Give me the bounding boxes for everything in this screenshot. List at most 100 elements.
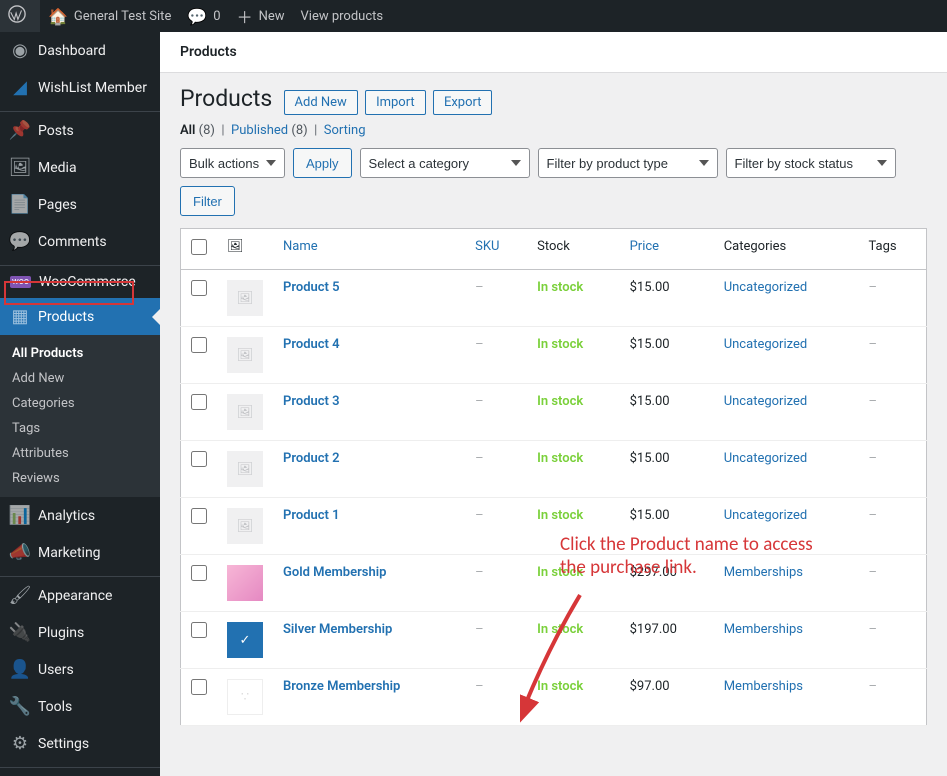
tags-cell: –	[858, 498, 926, 555]
menu-wishlist[interactable]: ◢WishList Member	[0, 69, 160, 106]
table-row: ∵Bronze Membership–In stock$97.00Members…	[181, 669, 927, 726]
product-thumbnail[interactable]: 🖼	[227, 280, 263, 316]
menu-woocommerce[interactable]: wooWooCommerce	[0, 266, 160, 298]
row-checkbox[interactable]	[191, 451, 207, 467]
menu-analytics[interactable]: 📊Analytics	[0, 497, 160, 534]
view-published-link[interactable]: Published (8)	[231, 123, 308, 138]
view-sorting-link[interactable]: Sorting	[324, 123, 366, 138]
menu-dashboard[interactable]: ◉Dashboard	[0, 32, 160, 69]
product-name-link[interactable]: Gold Membership	[283, 565, 386, 580]
filter-button[interactable]: Filter	[180, 186, 235, 216]
menu-pages[interactable]: 📄Pages	[0, 186, 160, 223]
column-price[interactable]: Price	[630, 239, 659, 254]
view-label: View products	[301, 9, 384, 24]
apply-button[interactable]: Apply	[293, 148, 352, 178]
plugin-icon: 🔌	[10, 622, 30, 643]
submenu-tags[interactable]: Tags	[0, 416, 160, 441]
row-checkbox[interactable]	[191, 337, 207, 353]
menu-posts[interactable]: 📌Posts	[0, 112, 160, 149]
menu-products[interactable]: ▦Products	[0, 298, 160, 335]
sku-cell: –	[465, 612, 527, 669]
submenu-all-products[interactable]: All Products	[0, 341, 160, 366]
product-thumbnail[interactable]: 🖼	[227, 451, 263, 487]
menu-settings[interactable]: ⚙Settings	[0, 725, 160, 762]
product-thumbnail[interactable]: 🖼	[227, 337, 263, 373]
product-thumbnail[interactable]	[227, 565, 263, 601]
menu-users[interactable]: 👤Users	[0, 651, 160, 688]
product-name-link[interactable]: Bronze Membership	[283, 679, 400, 694]
menu-comments[interactable]: 💬Comments	[0, 223, 160, 260]
stock-status: In stock	[537, 451, 583, 466]
category-link[interactable]: Uncategorized	[724, 394, 807, 409]
category-link[interactable]: Uncategorized	[724, 337, 807, 352]
column-categories: Categories	[714, 229, 859, 270]
comments-link[interactable]: 💬0	[179, 0, 228, 32]
product-name-link[interactable]: Product 2	[283, 451, 340, 466]
product-thumbnail[interactable]: ✓	[227, 622, 263, 658]
product-thumbnail[interactable]: ∵	[227, 679, 263, 715]
stock-status: In stock	[537, 337, 583, 352]
column-sku[interactable]: SKU	[475, 239, 499, 254]
sku-cell: –	[465, 669, 527, 726]
table-row: 🖼Product 5–In stock$15.00Uncategorized–	[181, 270, 927, 327]
tags-cell: –	[858, 612, 926, 669]
select-all-checkbox[interactable]	[191, 239, 207, 255]
table-row: 🖼Product 1–In stock$15.00Uncategorized–	[181, 498, 927, 555]
admin-sidebar: ◉Dashboard ◢WishList Member 📌Posts 🖼Medi…	[0, 32, 160, 776]
submenu-attributes[interactable]: Attributes	[0, 441, 160, 466]
row-checkbox[interactable]	[191, 622, 207, 638]
submenu-categories[interactable]: Categories	[0, 391, 160, 416]
category-link[interactable]: Uncategorized	[724, 451, 807, 466]
category-link[interactable]: Uncategorized	[724, 280, 807, 295]
product-name-link[interactable]: Product 4	[283, 337, 340, 352]
product-name-link[interactable]: Product 5	[283, 280, 340, 295]
row-checkbox[interactable]	[191, 565, 207, 581]
add-new-button[interactable]: Add New	[284, 90, 358, 115]
menu-marketing[interactable]: 📣Marketing	[0, 534, 160, 571]
category-link[interactable]: Uncategorized	[724, 508, 807, 523]
row-checkbox[interactable]	[191, 679, 207, 695]
page-heading: Products	[180, 85, 272, 112]
submenu-add-new[interactable]: Add New	[0, 366, 160, 391]
category-filter[interactable]: Select a category	[360, 148, 530, 178]
menu-sg-security[interactable]: ⚙SG Security	[0, 768, 160, 776]
product-thumbnail[interactable]: 🖼	[227, 508, 263, 544]
tags-cell: –	[858, 669, 926, 726]
menu-appearance[interactable]: 🖌Appearance	[0, 577, 160, 614]
import-button[interactable]: Import	[365, 90, 426, 115]
products-submenu: All Products Add New Categories Tags Att…	[0, 335, 160, 497]
product-name-link[interactable]: Product 1	[283, 508, 340, 523]
menu-media[interactable]: 🖼Media	[0, 149, 160, 186]
settings-icon: ⚙	[10, 733, 30, 754]
product-type-filter[interactable]: Filter by product type	[538, 148, 718, 178]
menu-tools[interactable]: 🔧Tools	[0, 688, 160, 725]
sku-cell: –	[465, 555, 527, 612]
menu-plugins[interactable]: 🔌Plugins	[0, 614, 160, 651]
column-name[interactable]: Name	[283, 239, 318, 254]
export-button[interactable]: Export	[433, 90, 493, 115]
stock-status-filter[interactable]: Filter by stock status	[726, 148, 896, 178]
stock-status: In stock	[537, 679, 583, 694]
wp-logo[interactable]	[0, 0, 40, 32]
category-link[interactable]: Memberships	[724, 679, 803, 694]
submenu-reviews[interactable]: Reviews	[0, 466, 160, 491]
category-link[interactable]: Memberships	[724, 622, 803, 637]
tags-cell: –	[858, 555, 926, 612]
bulk-actions-select[interactable]: Bulk actions	[180, 148, 285, 178]
product-name-link[interactable]: Silver Membership	[283, 622, 392, 637]
row-checkbox[interactable]	[191, 280, 207, 296]
sku-cell: –	[465, 384, 527, 441]
main-content: Products Products Add New Import Export …	[160, 32, 947, 738]
product-name-link[interactable]: Product 3	[283, 394, 340, 409]
megaphone-icon: 📣	[10, 542, 30, 563]
row-checkbox[interactable]	[191, 394, 207, 410]
view-products-link[interactable]: View products	[293, 0, 392, 32]
category-link[interactable]: Memberships	[724, 565, 803, 580]
product-thumbnail[interactable]: 🖼	[227, 394, 263, 430]
stock-status: In stock	[537, 622, 583, 637]
column-tags: Tags	[858, 229, 926, 270]
new-content-link[interactable]: ＋New	[229, 0, 293, 32]
row-checkbox[interactable]	[191, 508, 207, 524]
site-name-link[interactable]: 🏠General Test Site	[40, 0, 179, 32]
filter-bar: Bulk actions Apply Select a category Fil…	[180, 148, 927, 216]
